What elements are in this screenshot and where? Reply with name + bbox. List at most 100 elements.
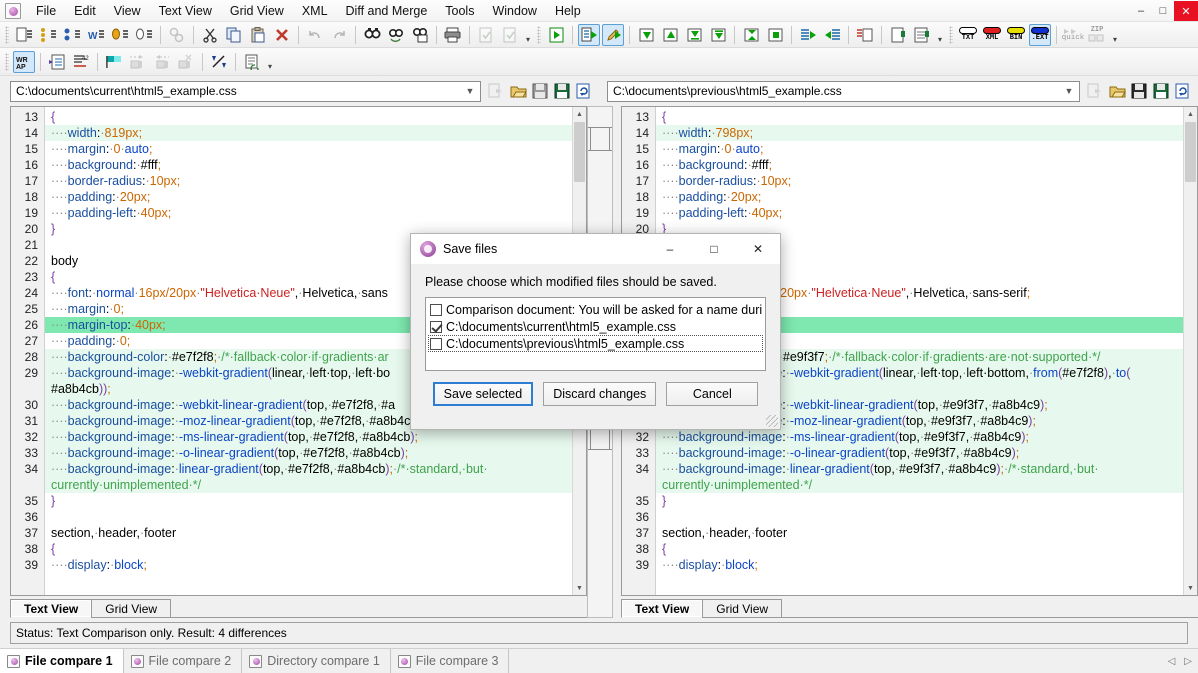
- sort-icon[interactable]: [208, 51, 230, 73]
- word-wrap-icon[interactable]: WR AP: [13, 50, 35, 73]
- bookmark-icon[interactable]: [887, 24, 909, 46]
- chevron-down-icon[interactable]: ▼: [462, 86, 478, 96]
- code-line[interactable]: ····margin:·0·auto;: [45, 141, 572, 157]
- left-open-file-icon[interactable]: [508, 81, 528, 101]
- first-diff-icon[interactable]: [707, 24, 729, 46]
- quick-compare-icon[interactable]: quick: [1062, 24, 1084, 46]
- dialog-minimize-button[interactable]: –: [648, 234, 692, 265]
- doc-tab-directory-compare-1[interactable]: Directory compare 1: [242, 649, 391, 673]
- dialog-list-item-previous-file[interactable]: C:\documents\previous\html5_example.css: [428, 335, 763, 352]
- code-line[interactable]: ····background-image:·-o-linear-gradient…: [656, 445, 1183, 461]
- delete-icon[interactable]: [271, 24, 293, 46]
- checkbox-current-file[interactable]: [430, 320, 442, 333]
- code-line[interactable]: ····padding-left:·40px;: [656, 205, 1183, 221]
- close-button[interactable]: ✕: [1174, 1, 1198, 21]
- dialog-list-item-current-file[interactable]: C:\documents\current\html5_example.css: [428, 318, 763, 335]
- next-diff-down-icon[interactable]: [635, 24, 657, 46]
- save-selected-button[interactable]: Save selected: [432, 382, 534, 406]
- code-line[interactable]: ····display:·block;: [656, 557, 1183, 573]
- dialog-resize-grip[interactable]: [766, 415, 778, 427]
- code-line[interactable]: ····background-image:·linear-gradient(to…: [45, 461, 572, 493]
- run-comparison-icon[interactable]: [545, 24, 567, 46]
- bin-mode-icon[interactable]: BIN: [1005, 24, 1027, 46]
- new-db-file-icon[interactable]: [109, 24, 131, 46]
- code-line[interactable]: section,·header,·footer: [45, 525, 572, 541]
- move-left-icon[interactable]: [151, 51, 173, 73]
- menu-edit[interactable]: Edit: [65, 1, 105, 21]
- code-line[interactable]: ····background:·#fff;: [656, 157, 1183, 173]
- right-vertical-scrollbar[interactable]: ▲ ▼: [1183, 107, 1197, 595]
- code-line[interactable]: ····border-radius:·10px;: [45, 173, 572, 189]
- doc-tab-file-compare-3[interactable]: File compare 3: [390, 649, 510, 673]
- left-open-in-app-icon[interactable]: [486, 81, 506, 101]
- toolbar-grip[interactable]: [5, 52, 9, 71]
- code-line[interactable]: ····padding:·20px;: [656, 189, 1183, 205]
- right-file-path-combo[interactable]: C:\documents\previous\html5_example.css …: [607, 80, 1080, 102]
- check-document-icon[interactable]: [475, 24, 497, 46]
- menu-text-view[interactable]: Text View: [150, 1, 221, 21]
- left-save-as-icon[interactable]: [552, 81, 572, 101]
- prev-diff-up-icon[interactable]: [659, 24, 681, 46]
- align-icon[interactable]: 42: [70, 51, 92, 73]
- code-line[interactable]: ····background:·#fff;: [45, 157, 572, 173]
- maximize-button[interactable]: □: [1152, 1, 1174, 21]
- right-reload-file-icon[interactable]: [1173, 81, 1193, 101]
- cancel-button[interactable]: Cancel: [666, 382, 759, 406]
- doc-tab-file-compare-1[interactable]: File compare 1: [0, 649, 124, 673]
- tabs-next-icon[interactable]: ▷: [1184, 656, 1192, 667]
- toolbar-grip[interactable]: [5, 25, 9, 44]
- menu-grid-view[interactable]: Grid View: [221, 1, 293, 21]
- txt-mode-icon[interactable]: TXT: [957, 24, 979, 46]
- expand-node-icon[interactable]: [764, 24, 786, 46]
- right-save-file-icon[interactable]: [1129, 81, 1149, 101]
- new-file-icon[interactable]: [13, 24, 35, 46]
- menu-help[interactable]: Help: [546, 1, 590, 21]
- minimize-button[interactable]: –: [1130, 1, 1152, 21]
- code-line[interactable]: {: [45, 109, 572, 125]
- toolbar-overflow-icon[interactable]: ▾: [522, 24, 534, 46]
- xml-mode-icon[interactable]: XML: [981, 24, 1003, 46]
- code-line[interactable]: ····background-image:·-o-linear-gradient…: [45, 445, 572, 461]
- new-word-file-icon[interactable]: W: [85, 24, 107, 46]
- left-tab-text-view[interactable]: Text View: [10, 599, 93, 618]
- move-right-icon[interactable]: [127, 51, 149, 73]
- code-line[interactable]: ····margin:·0·auto;: [656, 141, 1183, 157]
- left-tab-grid-view[interactable]: Grid View: [91, 599, 172, 618]
- dialog-close-button[interactable]: ✕: [736, 234, 780, 265]
- code-line[interactable]: [656, 509, 1183, 525]
- toolbar-overflow-icon[interactable]: ▾: [264, 51, 276, 73]
- menu-tools[interactable]: Tools: [436, 1, 483, 21]
- code-line[interactable]: }: [45, 493, 572, 509]
- menu-xml[interactable]: XML: [293, 1, 337, 21]
- code-line[interactable]: ····display:·block;: [45, 557, 572, 573]
- print-icon[interactable]: [442, 24, 464, 46]
- chevron-down-icon[interactable]: ▼: [1061, 86, 1077, 96]
- left-scroll-up-icon[interactable]: ▲: [572, 107, 586, 121]
- copy-icon[interactable]: [223, 24, 245, 46]
- dialog-file-list[interactable]: Comparison document: You will be asked f…: [425, 297, 766, 371]
- code-line[interactable]: section,·header,·footer: [656, 525, 1183, 541]
- code-line[interactable]: ····background-image:·linear-gradient(to…: [656, 461, 1183, 493]
- toolbar-grip[interactable]: [537, 25, 541, 44]
- copy-left-icon[interactable]: [821, 24, 843, 46]
- flag-icon[interactable]: [103, 51, 125, 73]
- compare-edit-icon[interactable]: [602, 23, 624, 46]
- left-scroll-down-icon[interactable]: ▼: [572, 581, 586, 595]
- code-line[interactable]: ····width:·798px;: [656, 125, 1183, 141]
- compare-files-icon[interactable]: [578, 23, 600, 46]
- checkbox-previous-file[interactable]: [430, 337, 442, 350]
- code-line[interactable]: ····width:·819px;: [45, 125, 572, 141]
- code-line[interactable]: ····background-image:·-ms-linear-gradien…: [45, 429, 572, 445]
- indent-icon[interactable]: [46, 51, 68, 73]
- collapse-all-icon[interactable]: [740, 24, 762, 46]
- doc-tab-file-compare-2[interactable]: File compare 2: [123, 649, 243, 673]
- last-diff-icon[interactable]: [683, 24, 705, 46]
- right-open-in-app-icon[interactable]: [1085, 81, 1105, 101]
- left-scroll-thumb[interactable]: [574, 122, 585, 182]
- dialog-title-bar[interactable]: Save files – □ ✕: [411, 234, 780, 265]
- redo-icon[interactable]: [328, 24, 350, 46]
- right-tab-text-view[interactable]: Text View: [621, 599, 704, 618]
- right-save-as-icon[interactable]: [1151, 81, 1171, 101]
- left-save-file-icon[interactable]: [530, 81, 550, 101]
- paste-icon[interactable]: [247, 24, 269, 46]
